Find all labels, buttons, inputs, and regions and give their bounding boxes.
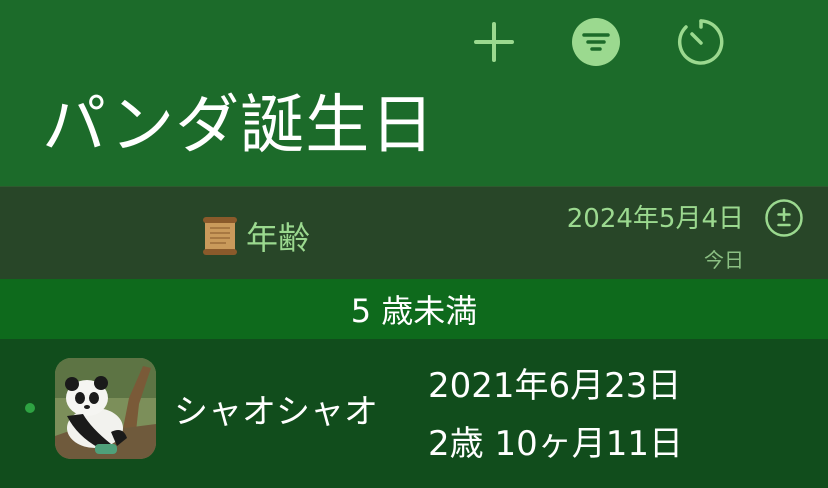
add-button[interactable]: [468, 16, 520, 68]
filter-icon: [572, 18, 620, 66]
timer-button[interactable]: [675, 16, 727, 68]
page-title: パンダ誕生日: [42, 89, 436, 163]
filter-button[interactable]: [570, 16, 622, 68]
age-label[interactable]: 年齢: [200, 212, 310, 260]
today-caption: 今日: [704, 248, 744, 272]
timer-icon: [678, 19, 724, 65]
age-label-text: 年齢: [246, 219, 311, 257]
scroll-icon: [203, 217, 237, 255]
status-dot: [25, 403, 35, 413]
section-title: 5 歳未満: [350, 292, 478, 330]
current-date[interactable]: 2024年5月4日: [567, 198, 744, 235]
section-header: 5 歳未満: [0, 279, 828, 339]
plus-icon: [474, 22, 514, 62]
panda-photo: [55, 358, 156, 459]
panda-age: 2歳 10ヶ月11日: [428, 424, 683, 464]
adjust-date-button[interactable]: [762, 196, 806, 240]
birth-date: 2021年6月23日: [428, 366, 682, 406]
panda-name: シャオシャオ: [174, 392, 378, 432]
plus-minus-icon: [765, 199, 803, 237]
